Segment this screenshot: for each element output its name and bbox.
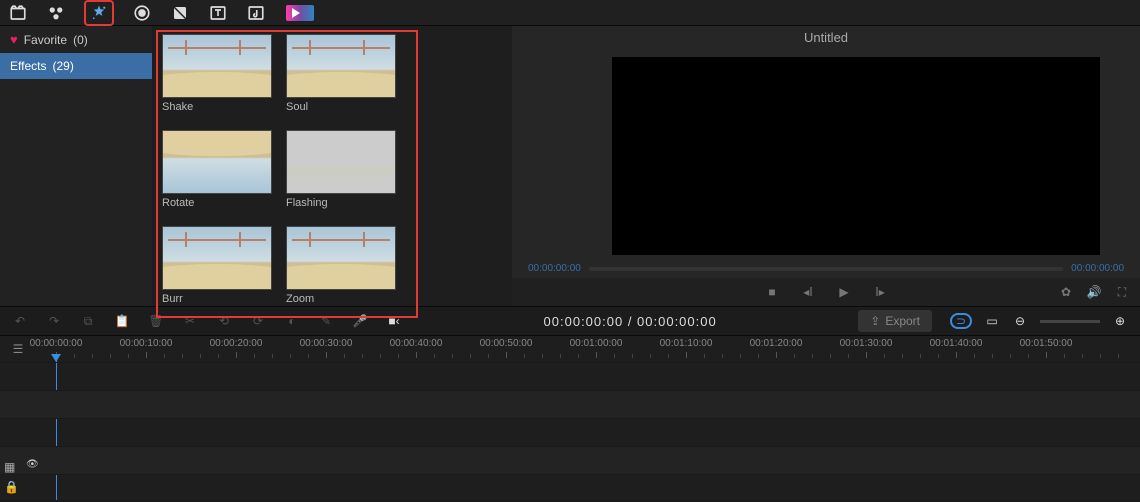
fit-icon[interactable]: ▭: [984, 313, 1000, 329]
visibility-icon[interactable]: 👁: [26, 459, 39, 470]
effect-thumbnail: [286, 34, 396, 98]
ruler-label: 00:00:30:00: [300, 338, 353, 349]
paste-icon[interactable]: 📋: [114, 313, 130, 329]
redo-icon[interactable]: ↷: [46, 313, 62, 329]
preview-controls: ■ ◂Ⅰ ▶ Ⅰ▸ ✿ 🔊 ⛶: [512, 278, 1140, 306]
stop-icon[interactable]: ■: [764, 284, 780, 300]
media-tab-icon[interactable]: [8, 3, 28, 23]
ruler-label: 00:00:00:00: [30, 338, 83, 349]
transitions-tab-icon[interactable]: [132, 3, 152, 23]
track-area[interactable]: [0, 362, 1140, 500]
effect-label: Zoom: [286, 293, 400, 305]
effect-thumbnail: [286, 226, 396, 290]
preview-scrubber[interactable]: 00:00:00:00 00:00:00:00: [512, 259, 1140, 278]
ruler-label: 00:01:50:00: [1020, 338, 1073, 349]
volume-icon[interactable]: 🔊: [1086, 284, 1102, 300]
effect-rotate[interactable]: Rotate: [162, 130, 276, 220]
project-title: Untitled: [512, 26, 1140, 49]
effect-thumbnail: [162, 130, 272, 194]
zoom-out-icon[interactable]: ⊖: [1012, 313, 1028, 329]
effect-label: Burr: [162, 293, 276, 305]
sidebar-item-effects[interactable]: Effects (29): [0, 53, 152, 79]
zoom-in-icon[interactable]: ⊕: [1112, 313, 1128, 329]
ruler-label: 00:01:10:00: [660, 338, 713, 349]
favorite-count: (0): [73, 33, 88, 47]
effect-thumbnail: [286, 130, 396, 194]
effect-label: Shake: [162, 101, 276, 113]
text-tab-icon[interactable]: [208, 3, 228, 23]
filters-tab-icon[interactable]: [170, 3, 190, 23]
preview-time-start: 00:00:00:00: [528, 263, 581, 274]
export-label: Export: [885, 314, 920, 328]
preview-time-end: 00:00:00:00: [1071, 263, 1124, 274]
effect-thumbnail: [162, 226, 272, 290]
top-toolbar: [0, 0, 1140, 26]
zoom-slider[interactable]: [1040, 320, 1100, 323]
fullscreen-icon[interactable]: ⛶: [1114, 284, 1130, 300]
copy-icon[interactable]: ⧉: [80, 313, 96, 329]
preview-panel: Untitled 00:00:00:00 00:00:00:00 ■ ◂Ⅰ ▶ …: [512, 26, 1140, 306]
audio-tab-icon[interactable]: [46, 3, 66, 23]
ruler-label: 00:01:40:00: [930, 338, 983, 349]
effect-label: Rotate: [162, 197, 276, 209]
play-icon[interactable]: ▶: [836, 284, 852, 300]
effect-flashing[interactable]: Flashing: [286, 130, 400, 220]
effect-shake[interactable]: Shake: [162, 34, 276, 124]
effects-label: Effects: [10, 59, 46, 73]
effects-count: (29): [52, 59, 73, 73]
ruler-label: 00:00:50:00: [480, 338, 533, 349]
favorite-label: Favorite: [24, 33, 67, 47]
effect-thumbnail: [162, 34, 272, 98]
scrub-track[interactable]: [589, 267, 1063, 271]
effect-label: Flashing: [286, 197, 400, 209]
preview-canvas[interactable]: [612, 57, 1100, 255]
ruler-label: 00:00:40:00: [390, 338, 443, 349]
export-button[interactable]: ⇪ Export: [858, 310, 932, 332]
loop-icon[interactable]: ⊃: [950, 313, 972, 329]
effect-zoom[interactable]: Zoom: [286, 226, 400, 316]
category-sidebar: ♥ Favorite (0) Effects (29): [0, 26, 152, 306]
sidebar-item-favorite[interactable]: ♥ Favorite (0): [0, 26, 152, 53]
ruler-label: 00:01:00:00: [570, 338, 623, 349]
undo-icon[interactable]: ↶: [12, 313, 28, 329]
track-lock-icon[interactable]: 🔒: [4, 480, 19, 494]
upload-icon: ⇪: [870, 314, 880, 328]
export-tab-icon[interactable]: [284, 3, 316, 23]
effect-soul[interactable]: Soul: [286, 34, 400, 124]
next-frame-icon[interactable]: Ⅰ▸: [872, 284, 888, 300]
effects-tab-icon[interactable]: [84, 0, 114, 26]
ruler-label: 00:00:10:00: [120, 338, 173, 349]
track-video-icon[interactable]: ▦: [4, 460, 19, 474]
ruler-label: 00:00:20:00: [210, 338, 263, 349]
timeline: ☰ 00:00:00:0000:00:10:0000:00:20:0000:00…: [0, 336, 1140, 500]
music-tab-icon[interactable]: [246, 3, 266, 23]
effect-label: Soul: [286, 101, 400, 113]
effect-burr[interactable]: Burr: [162, 226, 276, 316]
settings-icon[interactable]: ✿: [1058, 284, 1074, 300]
ruler-label: 00:01:20:00: [750, 338, 803, 349]
timeline-ruler[interactable]: 00:00:00:0000:00:10:0000:00:20:0000:00:3…: [36, 336, 1140, 362]
ruler-label: 00:01:30:00: [840, 338, 893, 349]
heart-icon: ♥: [10, 32, 18, 47]
prev-frame-icon[interactable]: ◂Ⅰ: [800, 284, 816, 300]
effects-panel: Shake Soul Rotate Flashing Burr Zoom: [152, 26, 512, 306]
